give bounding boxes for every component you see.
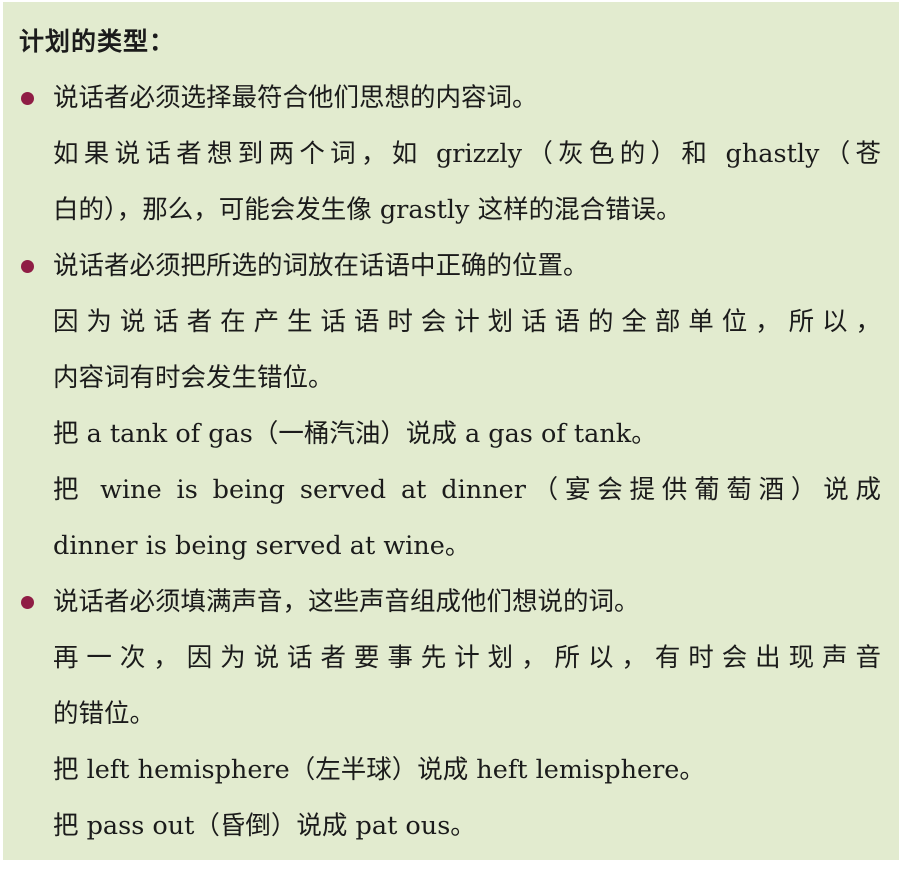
explanation-line: 内容词有时会发生错位。 [53,363,334,393]
explanation-line: 如果说话者想到两个词，如 grizzly（灰色的）和 ghastly（苍 [53,139,881,169]
bullet-dot-icon [21,92,34,105]
content-panel: 计划的类型： 说话者必须选择最符合他们思想的内容词。 如果说话者想到两个词，如 … [3,2,899,860]
example-line: dinner is being served at wine。 [53,531,471,561]
example-line: 把 pass out（昏倒）说成 pat ous。 [53,811,476,841]
bullet-text: 说话者必须选择最符合他们思想的内容词。 [53,83,538,113]
explanation-line: 的错位。 [53,699,156,729]
example-line: 把 wine is being served at dinner（宴会提供葡萄酒… [53,475,881,505]
bullet-dot-icon [21,596,34,609]
explanation-line: 再一次，因为说话者要事先计划，所以，有时会出现声音 [53,643,881,673]
example-line: 把 left hemisphere（左半球）说成 heft lemisphere… [53,755,705,785]
explanation-line: 白的），那么，可能会发生像 grastly 这样的混合错误。 [53,195,682,225]
bullet-item-sound-filling: 说话者必须填满声音，这些声音组成他们想说的词。 再一次，因为说话者要事先计划，所… [19,574,881,854]
bullet-item-word-selection: 说话者必须选择最符合他们思想的内容词。 如果说话者想到两个词，如 grizzly… [19,70,881,238]
explanation-line: 因为说话者在产生话语时会计划话语的全部单位，所以， [53,307,881,337]
bullet-text: 说话者必须把所选的词放在话语中正确的位置。 [53,251,589,281]
section-heading: 计划的类型： [19,27,176,56]
bullet-item-word-position: 说话者必须把所选的词放在话语中正确的位置。 因为说话者在产生话语时会计划话语的全… [19,238,881,574]
example-line: 把 a tank of gas（一桶汽油）说成 a gas of tank。 [53,419,657,449]
bullet-text: 说话者必须填满声音，这些声音组成他们想说的词。 [53,587,640,617]
bullet-dot-icon [21,260,34,273]
